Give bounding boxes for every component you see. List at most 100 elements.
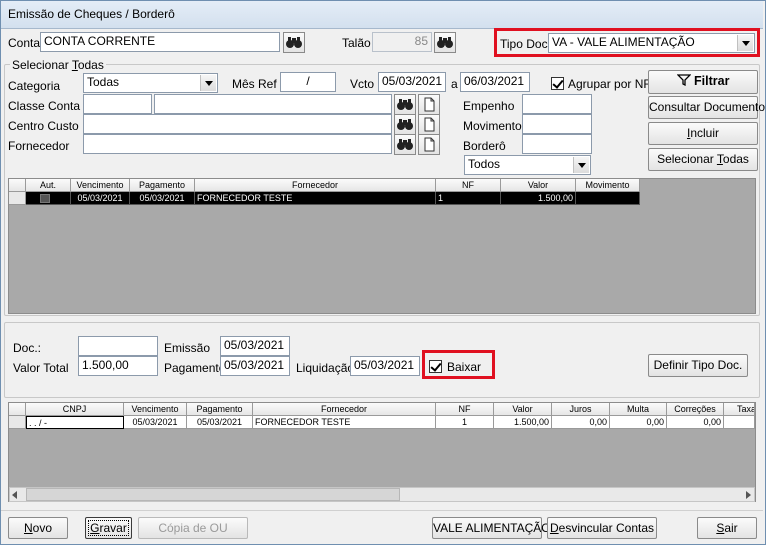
binoculars-icon [397,139,413,150]
incluir-button[interactable]: Incluir [648,122,758,145]
liquidacao-field[interactable]: 05/03/2021 [350,356,420,376]
pagamento-field[interactable]: 05/03/2021 [220,356,290,376]
nf-cell: 1 [436,416,494,429]
vcto-to-field[interactable]: 06/03/2021 [460,72,530,92]
mesref-field[interactable]: / [280,72,336,92]
talao-field[interactable]: 85 [372,32,432,52]
search-fornecedor-button[interactable] [394,134,416,155]
vencimento-cell: 05/03/2021 [71,192,130,205]
empenho-field[interactable] [522,94,592,114]
gravar-button[interactable]: Gravar [85,517,132,539]
categoria-label: Categoria [8,79,61,93]
top-grid-indicator-header [9,179,26,192]
filtrar-label: Filtrar [694,74,730,88]
juros-cell: 0,00 [552,416,610,429]
agrupar-checkbox[interactable] [551,77,564,90]
categoria-select[interactable]: Todas [83,73,218,93]
scroll-left-icon[interactable] [12,491,17,499]
scroll-thumb[interactable] [26,488,400,501]
vcto-label: Vcto [350,77,375,91]
aut-cell[interactable] [26,192,71,205]
row-indicator [9,416,26,429]
bottom-grid-indicator-header [9,403,26,416]
classe-desc-field[interactable] [154,94,392,114]
tipodoc-value: VA - VALE ALIMENTAÇÃO [552,35,695,49]
bottom-grid-header-multa: Multa [610,403,667,416]
valor-cell: 1.500,00 [501,192,576,205]
scroll-right-icon[interactable] [746,491,751,499]
multa-cell: 0,00 [610,416,667,429]
tipodoc-select[interactable]: VA - VALE ALIMENTAÇÃO [548,33,755,53]
classe-code-field[interactable] [83,94,152,114]
chevron-down-icon [737,35,753,51]
binoculars-icon [437,37,453,48]
aut-checkbox[interactable] [40,194,50,203]
window-title: Emissão de Cheques / Borderô [8,7,175,21]
empenho-label: Empenho [463,99,515,113]
bottom-grid-header-vencimento: Vencimento [124,403,187,416]
cnpj-cell[interactable]: . . / - [26,416,124,429]
definir-tipo-doc-button[interactable]: Definir Tipo Doc. [648,354,748,377]
binoculars-icon [286,37,302,48]
binoculars-icon [397,119,413,130]
centro-label: Centro Custo [8,119,79,133]
valor-cell: 1.500,00 [494,416,552,429]
chevron-down-icon [573,157,589,173]
vcto-a-label: a [451,77,458,91]
valor-total-label: Valor Total [13,361,69,375]
sair-button[interactable]: Sair [697,517,757,539]
copia-ou-button[interactable]: Cópia de OU [138,517,248,539]
filtrar-button[interactable]: Filtrar [648,70,758,94]
fornecedor-field[interactable] [83,134,392,154]
filter-legend: Selecionar Todas [10,58,106,72]
bottom-grid-header-pagamento: Pagamento [187,403,253,416]
document-icon [424,117,435,132]
doc-field[interactable] [78,336,158,356]
chevron-down-icon [200,75,216,91]
liquidacao-label: Liquidação [296,361,355,375]
search-classe-button[interactable] [394,94,416,115]
nf-cell: 1 [436,192,501,205]
top-grid-header-pagamento: Pagamento [130,179,195,192]
movimento-cell [576,192,640,205]
baixar-checkbox[interactable] [429,360,442,373]
emissao-label: Emissão [164,341,211,355]
conta-label: Conta [8,36,41,50]
status-value: Todos [468,157,501,171]
document-icon [424,137,435,152]
vcto-from-field[interactable]: 05/03/2021 [378,72,446,92]
movimento-label: Movimento [463,119,522,133]
talao-label: Talão [342,36,371,50]
consultar-documento-button[interactable]: Consultar Documento [648,96,765,119]
fornecedor-cell: FORNECEDOR TESTE [195,192,436,205]
new-centro-button[interactable] [418,114,440,135]
top-grid-header-vencimento: Vencimento [71,179,130,192]
mesref-label: Mês Ref [232,77,277,91]
bordero-label: Borderô [463,139,506,153]
tipodoc-label: Tipo Doc [500,37,548,51]
novo-button[interactable]: Novo [8,517,68,539]
emissao-field[interactable]: 05/03/2021 [220,336,290,356]
categoria-value: Todas [87,75,120,89]
fornecedor-label: Fornecedor [8,139,70,153]
status-select[interactable]: Todos [464,155,591,175]
new-classe-button[interactable] [418,94,440,115]
bordero-field[interactable] [522,134,592,154]
search-conta-button[interactable] [283,32,305,53]
new-fornecedor-button[interactable] [418,134,440,155]
desvincular-contas-button[interactable]: Desvincular Contas [547,517,657,539]
movimento-field[interactable] [522,114,592,134]
valor-total-field[interactable]: 1.500,00 [78,356,158,376]
pagamento-cell: 05/03/2021 [130,192,195,205]
bottom-grid-header-correcoes: Correções [667,403,724,416]
bottom-grid-header-juros: Juros [552,403,610,416]
document-icon [424,97,435,112]
search-centro-button[interactable] [394,114,416,135]
selecionar-todas-button[interactable]: Selecionar Todas [648,148,758,171]
conta-field[interactable]: CONTA CORRENTE [40,32,280,52]
bottom-grid-header-cnpj: CNPJ [26,403,124,416]
centro-field[interactable] [83,114,392,134]
search-talao-button[interactable] [434,32,456,53]
fornecedor-cell: FORNECEDOR TESTE [253,416,436,429]
vale-alimentacao-button[interactable]: VALE ALIMENTAÇÃO [432,517,551,539]
